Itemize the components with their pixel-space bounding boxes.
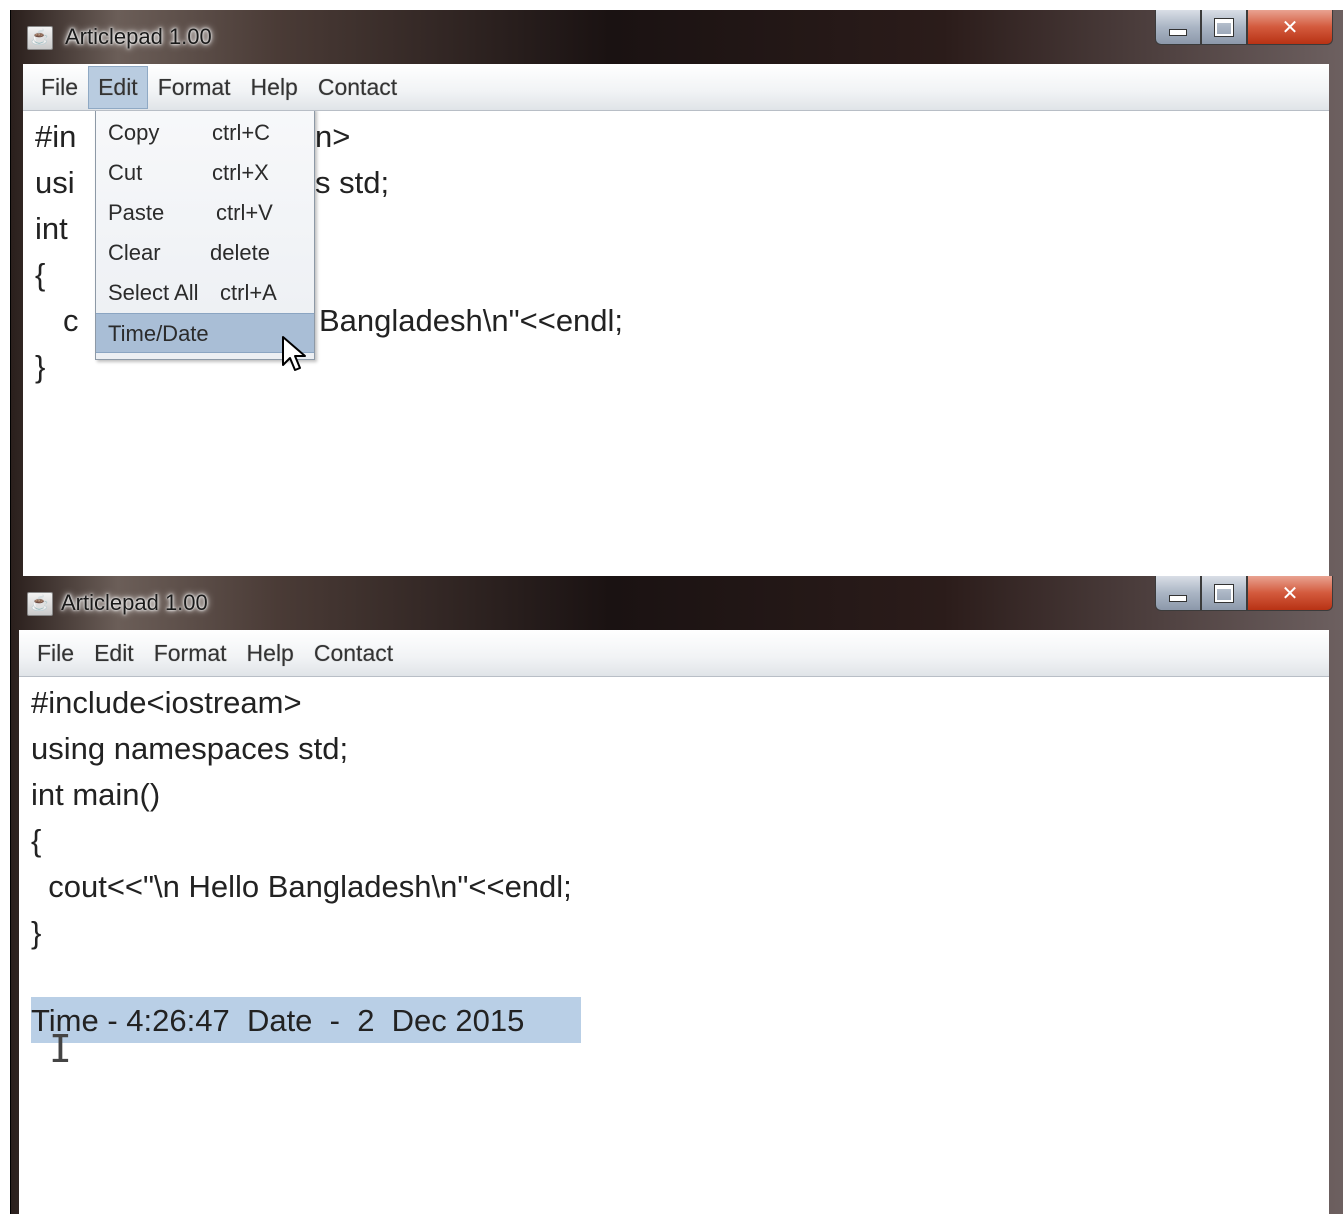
code-line-1-left: #in [35,119,77,154]
minimize-button[interactable] [1155,576,1201,611]
code-line-3-left: int [35,211,68,246]
maximize-icon [1215,584,1233,602]
menu-item-copy[interactable]: Copy ctrl+C [96,113,314,151]
text-editor[interactable]: #include<iostream> using namespaces std;… [19,677,1329,1214]
code-line-4: { [35,257,46,292]
title-bar[interactable]: ☕ Articlepad 1.00 ✕ [11,576,1343,628]
text-cursor-icon: I [49,1027,72,1071]
paste-label: Paste [108,200,165,225]
select-all-label: Select All [108,280,199,305]
menu-item-clear[interactable]: Clear delete [96,233,314,271]
maximize-button[interactable] [1201,10,1247,45]
edit-dropdown-menu: Copy ctrl+C Cut ctrl+X Paste ctrl+V Clea… [95,111,315,360]
minimize-button[interactable] [1155,10,1201,45]
menu-help[interactable]: Help [237,632,304,675]
java-app-icon: ☕ [27,26,53,50]
menu-format[interactable]: Format [148,66,241,109]
top-window: ☕ Articlepad 1.00 ✕ File Edit Format Hel… [10,10,1343,576]
menu-item-paste[interactable]: Paste ctrl+V [96,193,314,231]
window-title: Articlepad 1.00 [65,24,212,49]
select-all-shortcut: ctrl+A [220,280,277,305]
code-line-2: using namespaces std; [31,731,349,766]
menu-edit[interactable]: Edit [88,65,148,109]
cut-shortcut: ctrl+X [212,160,269,185]
code-line-1-right: n> [315,119,351,154]
menu-item-select-all[interactable]: Select All ctrl+A [96,273,314,311]
code-line-5-left: c [63,303,79,338]
code-line-4: { [31,823,42,858]
code-line-6: } [31,915,42,950]
menu-file[interactable]: File [31,66,88,109]
caption-buttons: ✕ [1155,10,1333,45]
maximize-icon [1215,18,1233,36]
cut-label: Cut [108,160,143,185]
copy-label: Copy [108,120,160,145]
window-title: Articlepad 1.00 [61,590,208,615]
code-line-6: } [35,349,46,384]
java-app-icon: ☕ [27,592,53,616]
menu-edit[interactable]: Edit [84,632,144,675]
menu-contact[interactable]: Contact [304,632,403,675]
menu-bar: File Edit Format Help Contact [19,630,1329,677]
time-date-label: Time/Date [108,321,209,346]
menu-help[interactable]: Help [241,66,308,109]
copy-shortcut: ctrl+C [212,120,271,145]
code-line-3: int main() [31,777,161,812]
minimize-icon [1169,28,1187,36]
mouse-pointer-icon [282,336,306,371]
menu-format[interactable]: Format [144,632,237,675]
caption-buttons: ✕ [1155,576,1333,611]
clear-shortcut: delete [210,240,270,265]
bottom-window: ☕ Articlepad 1.00 ✕ File Edit Format Hel… [10,576,1343,1214]
title-bar[interactable]: ☕ Articlepad 1.00 ✕ [11,10,1343,62]
minimize-icon [1169,594,1187,602]
paste-shortcut: ctrl+V [216,200,273,225]
code-line-5-right: Bangladesh\n"<<endl; [319,303,624,338]
close-button[interactable]: ✕ [1247,576,1333,611]
clear-label: Clear [108,240,161,265]
menu-item-cut[interactable]: Cut ctrl+X [96,153,314,191]
text-editor[interactable]: #in n> usi s std; int { c Bangladesh\n"<… [23,111,1329,576]
code-line-1: #include<iostream> [31,685,302,720]
inserted-time-date: Time - 4:26:47 Date - 2 Dec 2015 [31,1003,525,1038]
menu-contact[interactable]: Contact [308,66,407,109]
code-line-5: cout<<"\n Hello Bangladesh\n"<<endl; [31,869,572,904]
close-icon: ✕ [1281,15,1299,39]
code-line-2-left: usi [35,165,75,200]
maximize-button[interactable] [1201,576,1247,611]
code-line-2-right: s std; [315,165,390,200]
close-button[interactable]: ✕ [1247,10,1333,45]
menu-bar: File Edit Format Help Contact [23,64,1329,111]
close-icon: ✕ [1281,581,1299,605]
menu-file[interactable]: File [27,632,84,675]
